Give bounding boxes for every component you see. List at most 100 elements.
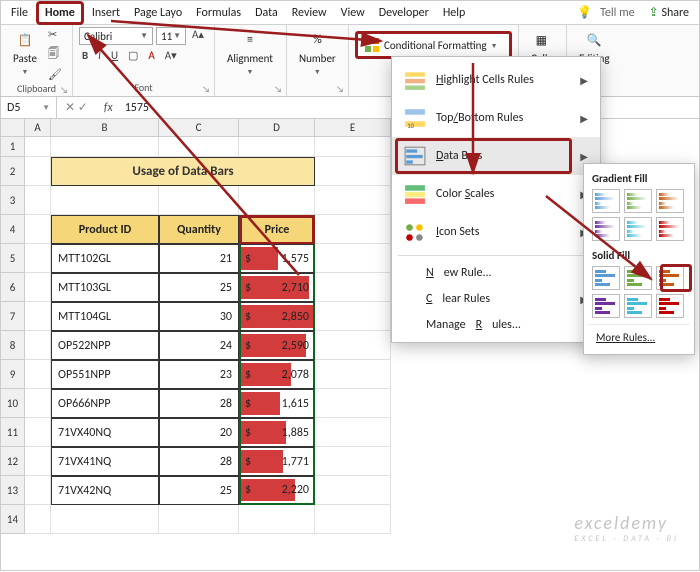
- table-cell-price[interactable]: $2,220: [239, 476, 315, 505]
- table-cell-id[interactable]: MTT104GL: [51, 302, 159, 331]
- menu-home[interactable]: Home: [36, 1, 84, 25]
- row-header-11[interactable]: 11: [1, 418, 25, 447]
- name-box[interactable]: D5▼: [1, 97, 57, 118]
- row-header-14[interactable]: 14: [1, 505, 25, 534]
- grow-font-button[interactable]: A▴: [189, 27, 207, 45]
- dialog-launcher-icon[interactable]: ↘: [202, 84, 210, 95]
- copy-button[interactable]: 🗐: [45, 44, 65, 65]
- gradient-databar-swatch[interactable]: [656, 189, 684, 213]
- bold-button[interactable]: B: [79, 48, 91, 63]
- menu-insert[interactable]: Insert: [86, 4, 126, 22]
- row-header-1[interactable]: 1: [1, 137, 25, 157]
- table-cell-qty[interactable]: 25: [159, 476, 239, 505]
- gradient-databar-swatch[interactable]: [592, 189, 620, 213]
- share-button[interactable]: ⇪ Share: [643, 3, 695, 22]
- table-cell-id[interactable]: MTT102GL: [51, 244, 159, 273]
- table-cell-price[interactable]: $1,885: [239, 418, 315, 447]
- table-cell-price[interactable]: $2,710: [239, 273, 315, 302]
- font-size-select[interactable]: 11▼: [156, 27, 186, 45]
- select-all-corner[interactable]: [1, 119, 25, 137]
- shrink-font-button[interactable]: A▾: [162, 48, 180, 63]
- table-header[interactable]: Product ID: [51, 215, 159, 244]
- font-name-select[interactable]: Calibri▼: [79, 27, 153, 45]
- col-header-C[interactable]: C: [159, 119, 239, 137]
- menu-help[interactable]: Help: [437, 4, 472, 22]
- table-cell-price[interactable]: $1,575: [239, 244, 315, 273]
- font-color-button[interactable]: A: [145, 48, 157, 63]
- italic-button[interactable]: I: [95, 48, 104, 63]
- table-cell-id[interactable]: 71VX40NQ: [51, 418, 159, 447]
- menu-file[interactable]: File: [5, 4, 34, 22]
- col-header-B[interactable]: B: [51, 119, 159, 137]
- table-cell-qty[interactable]: 21: [159, 244, 239, 273]
- table-cell-qty[interactable]: 28: [159, 447, 239, 476]
- table-cell-id[interactable]: OP666NPP: [51, 389, 159, 418]
- table-cell-price[interactable]: $2,590: [239, 331, 315, 360]
- row-header-5[interactable]: 5: [1, 244, 25, 273]
- solid-databar-swatch[interactable]: [592, 294, 620, 318]
- solid-databar-swatch[interactable]: [624, 294, 652, 318]
- dialog-launcher-icon[interactable]: ↘: [274, 84, 282, 95]
- row-header-3[interactable]: 3: [1, 186, 25, 215]
- col-header-E[interactable]: E: [315, 119, 391, 137]
- col-header-A[interactable]: A: [25, 119, 51, 137]
- menu-pagelayout[interactable]: Page Layo: [128, 4, 188, 22]
- row-header-13[interactable]: 13: [1, 476, 25, 505]
- fx-icon[interactable]: fx: [96, 101, 121, 115]
- cut-button[interactable]: ✂: [45, 27, 65, 42]
- col-header-D[interactable]: D: [239, 119, 315, 137]
- solid-databar-swatch[interactable]: [656, 266, 684, 290]
- border-button[interactable]: ▢: [125, 48, 141, 63]
- format-painter-button[interactable]: 🖌: [45, 67, 65, 82]
- row-header-12[interactable]: 12: [1, 447, 25, 476]
- gradient-databar-swatch[interactable]: [592, 217, 620, 241]
- more-rules-button[interactable]: More Rules...: [588, 324, 690, 350]
- table-cell-id[interactable]: OP522NPP: [51, 331, 159, 360]
- table-cell-id[interactable]: 71VX41NQ: [51, 447, 159, 476]
- menu-view[interactable]: View: [335, 4, 371, 22]
- table-cell-id[interactable]: OP551NPP: [51, 360, 159, 389]
- menu-formulas[interactable]: Formulas: [190, 4, 247, 22]
- cf-icon-sets[interactable]: Icon Sets▶: [392, 213, 600, 251]
- row-header-8[interactable]: 8: [1, 331, 25, 360]
- menu-developer[interactable]: Developer: [373, 4, 435, 22]
- solid-databar-swatch[interactable]: [656, 294, 684, 318]
- solid-databar-swatch[interactable]: [624, 266, 652, 290]
- menu-data[interactable]: Data: [249, 4, 284, 22]
- table-cell-qty[interactable]: 20: [159, 418, 239, 447]
- table-cell-id[interactable]: MTT103GL: [51, 273, 159, 302]
- row-header-9[interactable]: 9: [1, 360, 25, 389]
- table-cell-id[interactable]: 71VX42NQ: [51, 476, 159, 505]
- cf-clear-rules[interactable]: Clear Rules▶: [392, 286, 600, 312]
- cf-manage-rules[interactable]: Manage Rules...: [392, 312, 600, 338]
- table-cell-qty[interactable]: 23: [159, 360, 239, 389]
- row-header-4[interactable]: 4: [1, 215, 25, 244]
- row-header-7[interactable]: 7: [1, 302, 25, 331]
- underline-button[interactable]: U: [108, 48, 121, 63]
- table-header[interactable]: Price: [239, 215, 315, 244]
- cf-highlight-cells[interactable]: Highlight Cells Rules▶: [392, 61, 600, 99]
- table-title[interactable]: Usage of Data Bars: [51, 157, 315, 186]
- gradient-databar-swatch[interactable]: [624, 189, 652, 213]
- dialog-launcher-icon[interactable]: ↘: [336, 84, 344, 95]
- table-cell-price[interactable]: $1,615: [239, 389, 315, 418]
- gradient-databar-swatch[interactable]: [624, 217, 652, 241]
- row-header-2[interactable]: 2: [1, 157, 25, 186]
- cf-data-bars[interactable]: Data Bars▶: [392, 137, 600, 175]
- paste-button[interactable]: 📋 Paste ▼: [7, 27, 43, 79]
- gradient-databar-swatch[interactable]: [656, 217, 684, 241]
- row-header-10[interactable]: 10: [1, 389, 25, 418]
- table-cell-qty[interactable]: 30: [159, 302, 239, 331]
- tell-me[interactable]: Tell me: [594, 4, 641, 22]
- table-header[interactable]: Quantity: [159, 215, 239, 244]
- dialog-launcher-icon[interactable]: ↘: [60, 85, 68, 96]
- table-cell-price[interactable]: $1,771: [239, 447, 315, 476]
- solid-databar-swatch[interactable]: [592, 266, 620, 290]
- table-cell-price[interactable]: $2,850: [239, 302, 315, 331]
- cf-color-scales[interactable]: Color Scales▶: [392, 175, 600, 213]
- cf-new-rule[interactable]: New Rule...: [392, 260, 600, 286]
- table-cell-qty[interactable]: 25: [159, 273, 239, 302]
- cf-top-bottom[interactable]: 10 Top/Bottom Rules▶: [392, 99, 600, 137]
- conditional-formatting-button[interactable]: Conditional Formatting ▼: [355, 31, 512, 59]
- menu-review[interactable]: Review: [286, 4, 333, 22]
